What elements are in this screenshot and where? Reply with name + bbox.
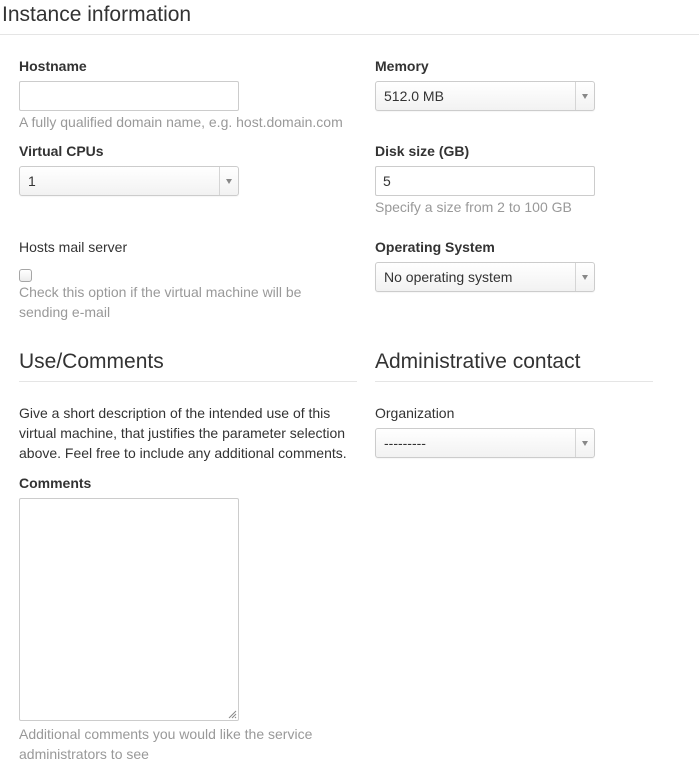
comments-help-line1: Additional comments you would like the s… [19, 726, 313, 742]
os-select-value: No operating system [384, 269, 513, 285]
memory-select-value: 512.0 MB [384, 88, 444, 104]
os-select[interactable]: No operating system [375, 262, 595, 292]
chevron-down-icon [582, 440, 588, 446]
use-description-line1: Give a short description of the intended… [19, 405, 331, 421]
mail-server-help-line2: sending e-mail [19, 304, 111, 320]
comments-help-line2: administrators to see [19, 746, 149, 762]
mail-server-label: Hosts mail server [19, 239, 128, 255]
mail-server-help-line1: Check this option if the virtual machine… [19, 284, 302, 300]
organization-label: Organization [375, 405, 455, 421]
disk-size-help: Specify a size from 2 to 100 GB [375, 199, 572, 215]
use-description-line2: virtual machine, that justifies the para… [19, 425, 346, 441]
admin-contact-divider [375, 381, 653, 382]
organization-select-value: --------- [384, 435, 426, 451]
resize-grip-icon[interactable] [227, 709, 237, 719]
mail-server-checkbox[interactable] [19, 269, 32, 282]
os-label: Operating System [375, 239, 495, 255]
hostname-help: A fully qualified domain name, e.g. host… [19, 114, 343, 130]
use-comments-divider [19, 381, 357, 382]
memory-dropdown-button[interactable] [575, 82, 594, 110]
comments-label: Comments [19, 475, 92, 491]
organization-select[interactable]: --------- [375, 428, 595, 458]
os-dropdown-button[interactable] [575, 263, 594, 291]
chevron-down-icon [582, 274, 588, 280]
chevron-down-icon [226, 178, 232, 184]
title-divider [0, 34, 699, 35]
vcpus-label: Virtual CPUs [19, 143, 104, 159]
vcpus-select[interactable]: 1 [19, 166, 239, 196]
vcpus-dropdown-button[interactable] [219, 167, 238, 195]
disk-size-label: Disk size (GB) [375, 143, 470, 159]
memory-label: Memory [375, 58, 429, 74]
page-title: Instance information [2, 3, 192, 26]
admin-contact-heading: Administrative contact [375, 350, 581, 373]
vcpus-select-value: 1 [28, 173, 36, 189]
chevron-down-icon [582, 93, 588, 99]
hostname-label: Hostname [19, 58, 87, 74]
hostname-input[interactable] [19, 81, 239, 111]
organization-dropdown-button[interactable] [575, 429, 594, 457]
comments-textarea[interactable] [19, 498, 239, 721]
memory-select[interactable]: 512.0 MB [375, 81, 595, 111]
use-comments-heading: Use/Comments [19, 350, 164, 373]
disk-size-input[interactable] [375, 166, 595, 196]
use-description-line3: above. Feel free to include any addition… [19, 445, 347, 461]
